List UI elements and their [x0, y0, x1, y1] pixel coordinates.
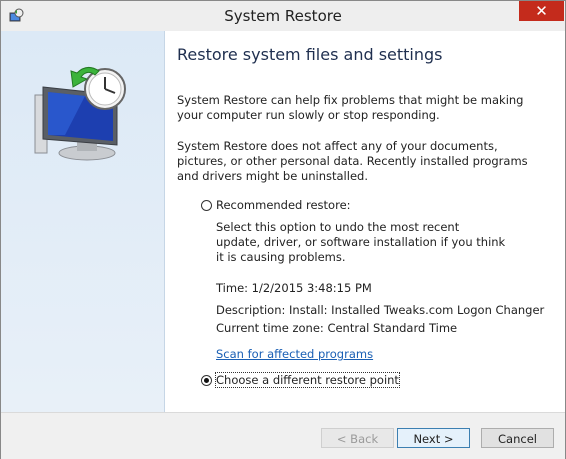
close-button[interactable]: ✕ — [519, 1, 564, 21]
sidebar — [1, 31, 165, 412]
title-bar: System Restore ✕ — [1, 1, 565, 31]
different-restore-point-label[interactable]: Choose a different restore point — [215, 372, 400, 388]
page-title: Restore system files and settings — [177, 45, 443, 64]
restore-timezone: Current time zone: Central Standard Time — [216, 321, 458, 335]
window-title: System Restore — [224, 7, 342, 25]
system-restore-window: System Restore ✕ Restore system files an… — [0, 0, 566, 459]
next-button[interactable]: Next > — [397, 428, 470, 448]
intro-paragraph: System Restore can help fix problems tha… — [177, 93, 524, 122]
back-button[interactable]: < Back — [321, 428, 394, 448]
cancel-button[interactable]: Cancel — [481, 428, 554, 448]
scan-affected-programs-link[interactable]: Scan for affected programs — [216, 347, 373, 361]
recommended-restore-radio[interactable] — [201, 200, 212, 211]
different-restore-point-radio[interactable] — [201, 375, 212, 386]
system-restore-illustration-icon — [25, 65, 135, 169]
content-pane: Restore system files and settings System… — [165, 31, 565, 412]
restore-description: Description: Install: Installed Tweaks.c… — [216, 303, 545, 317]
button-bar: < Back Next > Cancel — [1, 412, 565, 459]
restore-time: Time: 1/2/2015 3:48:15 PM — [216, 281, 372, 295]
recommended-description: Select this option to undo the most rece… — [216, 220, 506, 264]
info-paragraph: System Restore does not affect any of yo… — [177, 139, 528, 183]
recommended-restore-label[interactable]: Recommended restore: — [216, 198, 351, 212]
